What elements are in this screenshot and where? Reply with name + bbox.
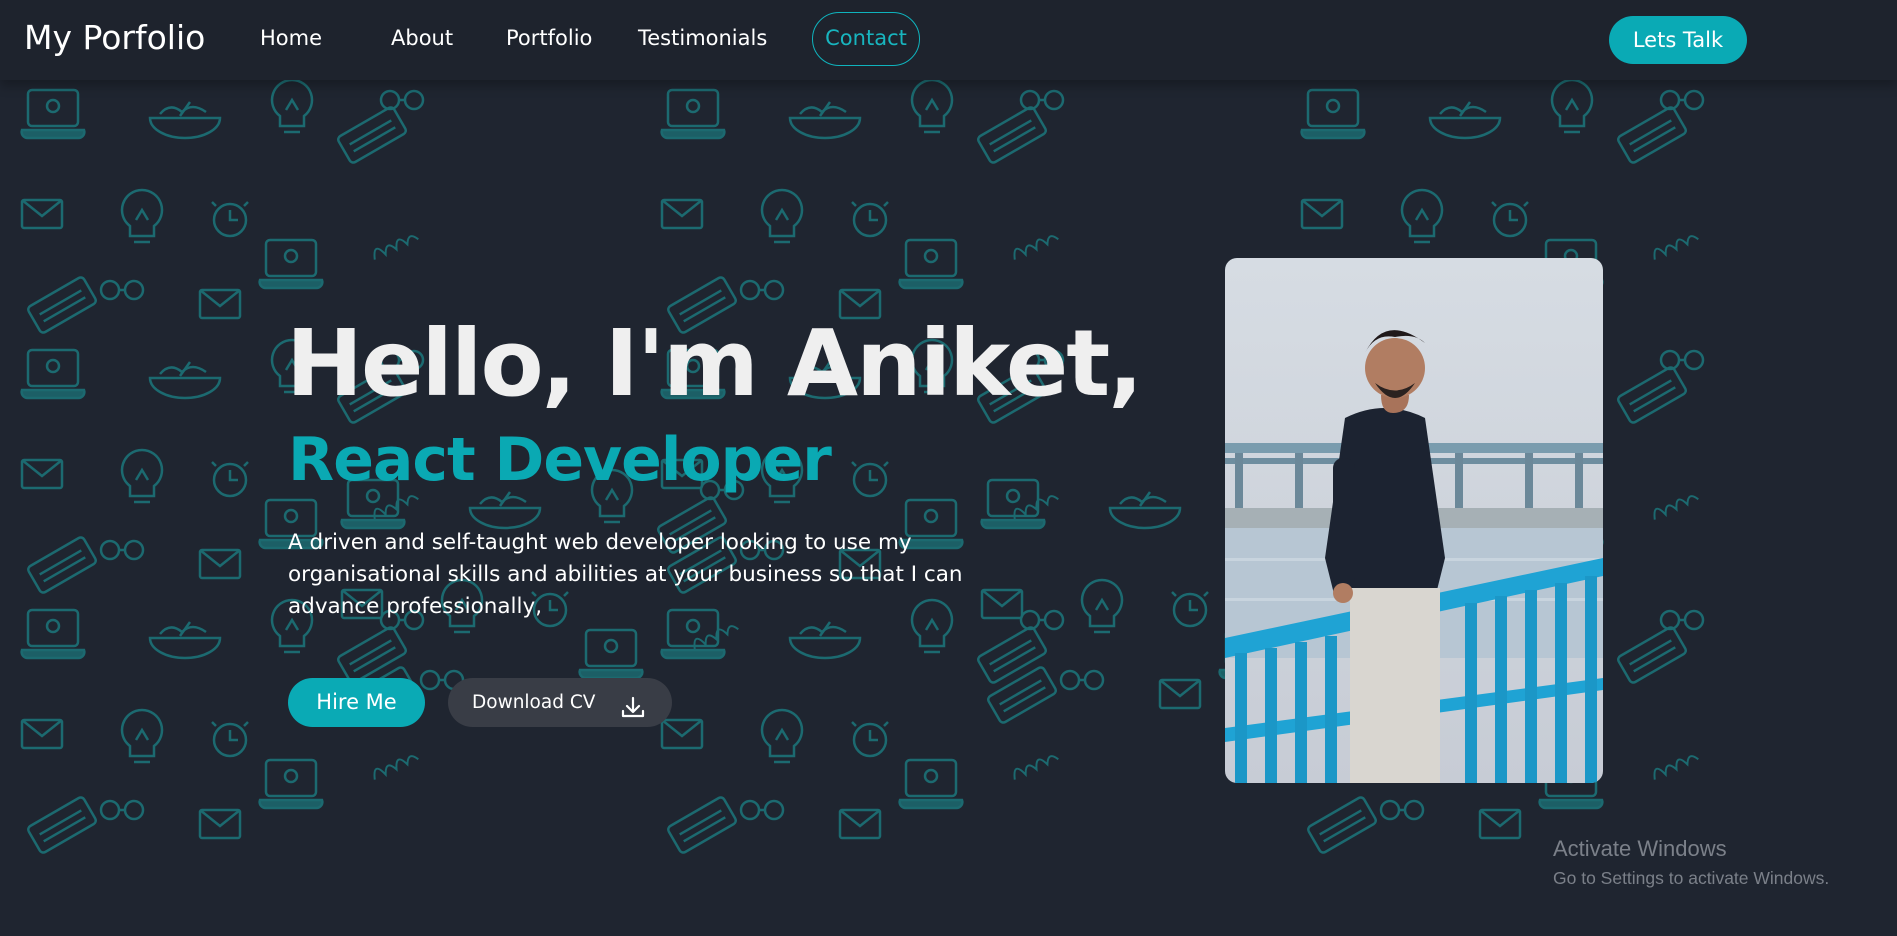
download-cv-button[interactable]: Download CV — [448, 678, 672, 727]
hero-title: Hello, I'm Aniket, — [286, 310, 1143, 417]
nav-contact[interactable]: Contact — [812, 12, 920, 66]
download-icon — [620, 690, 646, 739]
nav-about[interactable]: About — [391, 26, 453, 50]
download-cv-label: Download CV — [472, 692, 596, 713]
hero-description: A driven and self-taught web developer l… — [288, 530, 963, 619]
nav-portfolio[interactable]: Portfolio — [506, 26, 592, 50]
activate-windows-subtitle: Go to Settings to activate Windows. — [1553, 868, 1830, 888]
lets-talk-button[interactable]: Lets Talk — [1609, 16, 1747, 64]
hero-subtitle: React Developer — [288, 425, 832, 495]
profile-photo — [1225, 258, 1603, 783]
doodle-background — [20, 80, 1897, 936]
navbar: My Porfolio Home About Portfolio Testimo… — [0, 0, 1897, 80]
brand-logo[interactable]: My Porfolio — [24, 18, 205, 57]
activate-windows-title: Activate Windows — [1553, 836, 1727, 861]
nav-home[interactable]: Home — [260, 26, 322, 50]
hire-me-button[interactable]: Hire Me — [288, 678, 425, 727]
nav-testimonials[interactable]: Testimonials — [638, 26, 767, 50]
